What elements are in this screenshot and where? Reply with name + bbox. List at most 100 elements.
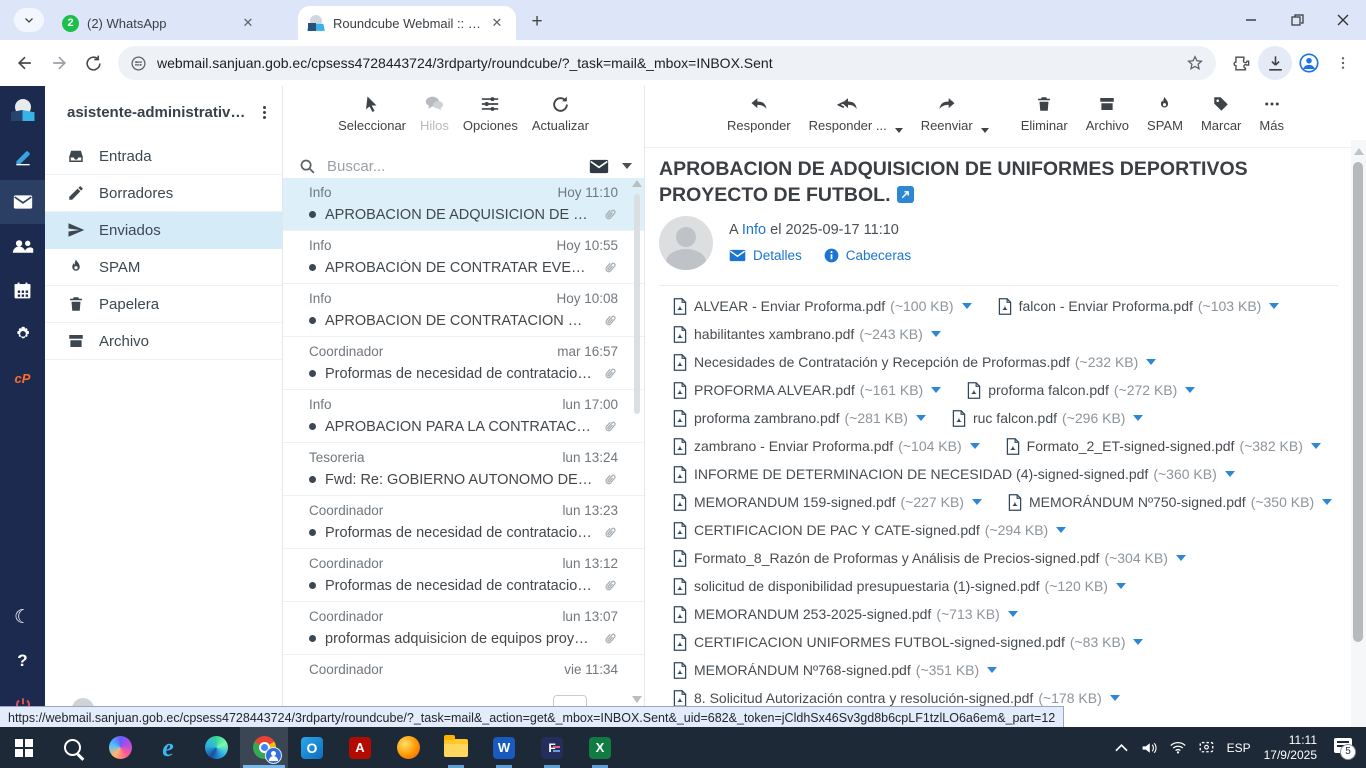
bookmark-star-icon[interactable] bbox=[1186, 54, 1204, 72]
attachment-item[interactable]: Necesidades de Contratación y Recepción … bbox=[673, 354, 1156, 371]
headers-toggle[interactable]: Cabeceras bbox=[824, 248, 911, 263]
dark-mode-button[interactable]: ☾ bbox=[0, 595, 45, 639]
attachment-item[interactable]: CERTIFICACION DE PAC Y CATE-signed.pdf (… bbox=[673, 522, 1066, 539]
scroll-thumb[interactable] bbox=[634, 194, 640, 414]
attachment-item[interactable]: 8. Solicitud Autorización contra y resol… bbox=[673, 690, 1120, 707]
compose-button[interactable] bbox=[0, 136, 45, 180]
search-input[interactable] bbox=[325, 157, 580, 176]
attachment-item[interactable]: MEMORANDUM 253-2025-signed.pdf (~713 KB) bbox=[673, 606, 1018, 623]
attachment-menu-caret-icon[interactable] bbox=[1185, 387, 1195, 393]
attachment-item[interactable]: MEMORÁNDUM Nº768-signed.pdf (~351 KB) bbox=[673, 662, 997, 679]
attachment-item[interactable]: zambrano - Enviar Proforma.pdf (~104 KB) bbox=[673, 438, 980, 455]
folder-entrada[interactable]: Entrada bbox=[45, 138, 282, 175]
reply-all-button[interactable]: Responder ... bbox=[809, 93, 887, 133]
message-row[interactable]: Coordinador lun 13:23 Proformas de neces… bbox=[283, 496, 644, 549]
attachment-item[interactable]: Formato_8_Razón de Proformas y Análisis … bbox=[673, 550, 1186, 567]
attachment-item[interactable]: proforma falcon.pdf (~272 KB) bbox=[967, 382, 1195, 399]
new-tab-button[interactable]: + bbox=[524, 9, 550, 35]
attachment-menu-caret-icon[interactable] bbox=[1133, 639, 1143, 645]
message-row[interactable]: Info Hoy 10:55 APROBACIÓN DE CONTRATAR E… bbox=[283, 231, 644, 284]
attachment-item[interactable]: falcon - Enviar Proforma.pdf (~103 KB) bbox=[998, 298, 1280, 315]
attachment-menu-caret-icon[interactable] bbox=[1056, 527, 1066, 533]
message-status-dot[interactable] bbox=[309, 264, 316, 271]
message-status-dot[interactable] bbox=[309, 582, 316, 589]
taskbar-clock[interactable]: 11:11 17/9/2025 bbox=[1264, 733, 1317, 763]
select-button[interactable]: Seleccionar bbox=[338, 93, 406, 133]
tray-expand-icon[interactable] bbox=[1115, 743, 1128, 752]
reply-button[interactable]: Responder bbox=[727, 93, 791, 133]
attachment-menu-caret-icon[interactable] bbox=[1146, 359, 1156, 365]
volume-icon[interactable] bbox=[1141, 741, 1157, 755]
attachment-menu-caret-icon[interactable] bbox=[1311, 443, 1321, 449]
archive-button[interactable]: Archivo bbox=[1086, 93, 1129, 133]
close-window-button[interactable] bbox=[1320, 0, 1366, 40]
delete-button[interactable]: Eliminar bbox=[1021, 93, 1068, 133]
scroll-up-icon[interactable] bbox=[632, 180, 642, 187]
message-row[interactable]: Info Hoy 11:10 APROBACION DE ADQUISICION… bbox=[283, 178, 644, 231]
folder-borradores[interactable]: Borradores bbox=[45, 175, 282, 212]
taskbar-app-firefox[interactable] bbox=[384, 727, 432, 768]
taskbar-app-word[interactable]: W bbox=[480, 727, 528, 768]
attachment-item[interactable]: proforma zambrano.pdf (~281 KB) bbox=[673, 410, 926, 427]
folder-spam[interactable]: SPAM bbox=[45, 249, 282, 286]
message-row[interactable]: Coordinador vie 11:34 bbox=[283, 655, 644, 708]
rail-contacts-button[interactable] bbox=[0, 224, 45, 268]
account-header[interactable]: asistente-administrativo@sa... bbox=[45, 86, 282, 138]
attachment-menu-caret-icon[interactable] bbox=[931, 387, 941, 393]
attachment-item[interactable]: solicitud de disponibilidad presupuestar… bbox=[673, 578, 1126, 595]
message-status-dot[interactable] bbox=[309, 211, 316, 218]
attachment-menu-caret-icon[interactable] bbox=[972, 499, 982, 505]
restore-button[interactable] bbox=[1274, 0, 1320, 40]
reload-button[interactable] bbox=[76, 46, 110, 80]
taskbar-app-acrobat[interactable]: A bbox=[336, 727, 384, 768]
tab-search-button[interactable] bbox=[14, 8, 44, 32]
more-button[interactable]: Más bbox=[1259, 93, 1284, 133]
message-status-dot[interactable] bbox=[309, 476, 316, 483]
forward-button[interactable]: Reenviar bbox=[921, 93, 973, 133]
options-button[interactable]: Opciones bbox=[463, 93, 518, 133]
wifi-icon[interactable] bbox=[1170, 741, 1186, 754]
reply-all-caret-icon[interactable] bbox=[895, 128, 903, 133]
open-in-new-window-icon[interactable] bbox=[897, 186, 914, 203]
taskbar-app-search[interactable] bbox=[48, 727, 96, 768]
message-row[interactable]: Coordinador mar 16:57 Proformas de neces… bbox=[283, 337, 644, 390]
forward-caret-icon[interactable] bbox=[981, 128, 989, 133]
attachment-item[interactable]: INFORME DE DETERMINACION DE NECESIDAD (4… bbox=[673, 466, 1235, 483]
taskbar-app-excel[interactable]: X bbox=[576, 727, 624, 768]
details-toggle[interactable]: Detalles bbox=[729, 248, 802, 263]
attachment-menu-caret-icon[interactable] bbox=[1269, 303, 1279, 309]
attachment-menu-caret-icon[interactable] bbox=[931, 331, 941, 337]
address-bar[interactable]: webmail.sanjuan.gob.ec/cpsess4728443724/… bbox=[118, 46, 1216, 80]
attachment-menu-caret-icon[interactable] bbox=[1133, 415, 1143, 421]
list-scrollbar[interactable] bbox=[632, 180, 642, 727]
attachment-item[interactable]: Formato_2_ET-signed-signed.pdf (~382 KB) bbox=[1006, 438, 1321, 455]
scroll-up-icon[interactable] bbox=[1354, 148, 1364, 155]
browser-menu-icon[interactable] bbox=[1326, 46, 1360, 80]
search-options-caret-icon[interactable] bbox=[622, 163, 632, 169]
back-button[interactable] bbox=[8, 46, 42, 80]
forward-button[interactable] bbox=[42, 46, 76, 80]
content-scrollbar[interactable] bbox=[1351, 140, 1366, 727]
message-status-dot[interactable] bbox=[309, 317, 316, 324]
threads-button[interactable]: Hilos bbox=[420, 93, 449, 133]
attachment-menu-caret-icon[interactable] bbox=[1225, 471, 1235, 477]
message-row[interactable]: Coordinador lun 13:12 Proformas de neces… bbox=[283, 549, 644, 602]
account-menu-icon[interactable] bbox=[254, 106, 274, 119]
folder-archivo[interactable]: Archivo bbox=[45, 323, 282, 360]
extensions-icon[interactable] bbox=[1224, 46, 1258, 80]
rail-mail-button[interactable] bbox=[0, 180, 45, 224]
cpanel-logo[interactable]: cP bbox=[0, 356, 45, 400]
rail-calendar-button[interactable] bbox=[0, 268, 45, 312]
attachment-menu-caret-icon[interactable] bbox=[970, 443, 980, 449]
attachment-item[interactable]: MEMORANDUM 159-signed.pdf (~227 KB) bbox=[673, 494, 982, 511]
refresh-button[interactable]: Actualizar bbox=[532, 93, 589, 133]
attachment-menu-caret-icon[interactable] bbox=[1116, 583, 1126, 589]
rail-settings-button[interactable] bbox=[0, 312, 45, 356]
mark-button[interactable]: Marcar bbox=[1201, 93, 1241, 133]
recipient-link[interactable]: Info bbox=[742, 222, 766, 238]
taskbar-app-explorer[interactable] bbox=[432, 727, 480, 768]
scroll-thumb[interactable] bbox=[1353, 162, 1363, 642]
attachment-menu-caret-icon[interactable] bbox=[1322, 499, 1332, 505]
message-row[interactable]: Tesoreria lun 13:24 Fwd: Re: GOBIERNO AU… bbox=[283, 443, 644, 496]
message-row[interactable]: Info lun 17:00 APROBACION PARA LA CONTRA… bbox=[283, 390, 644, 443]
